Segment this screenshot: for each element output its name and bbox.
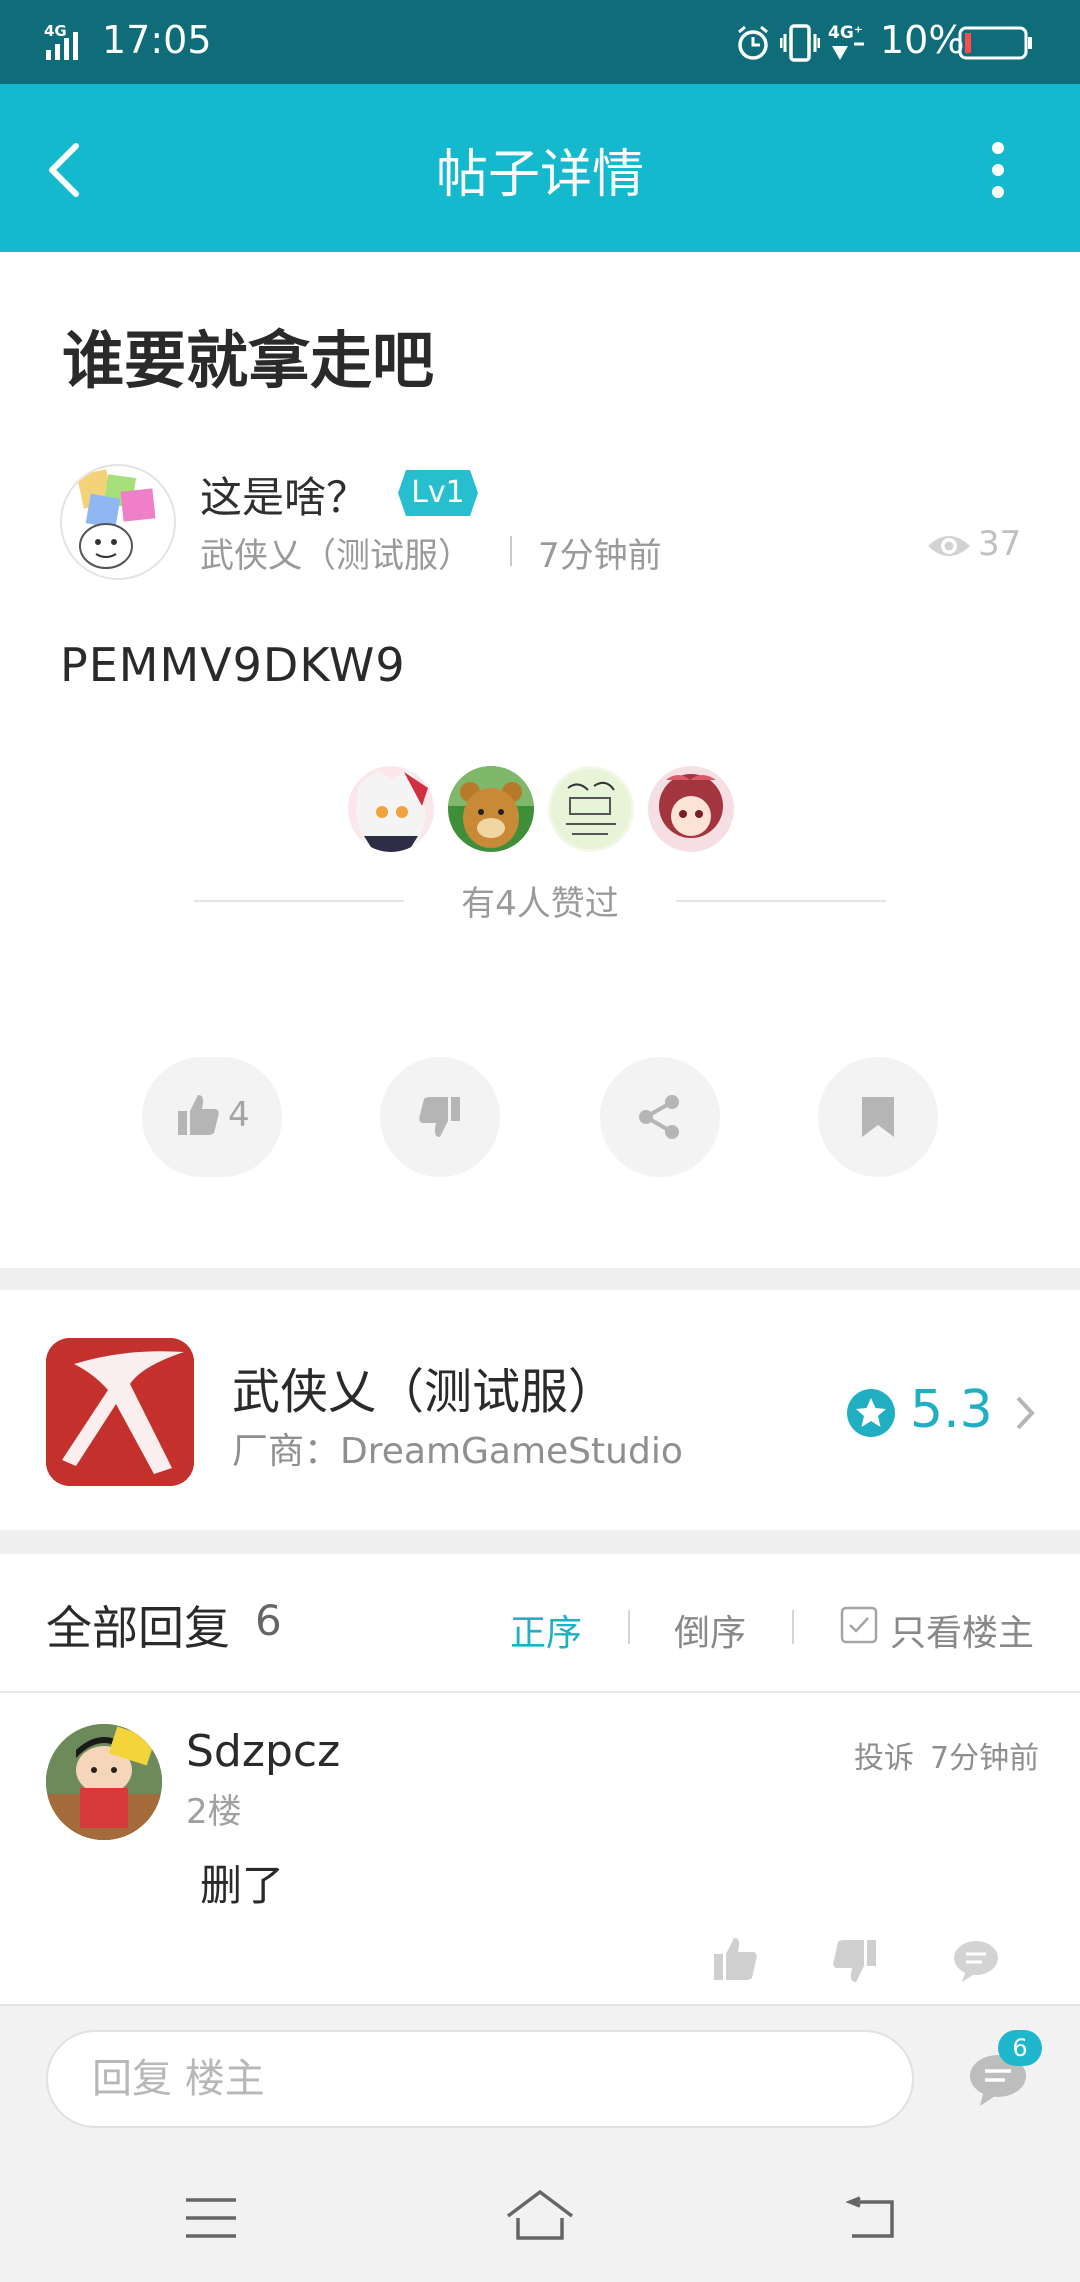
- post-time: 7分钟前: [538, 536, 662, 576]
- share-icon: [639, 1095, 679, 1139]
- replies-heading: 全部回复: [46, 1601, 230, 1655]
- app-icon: [46, 1338, 194, 1486]
- app-icon-logo: [46, 1338, 194, 1486]
- commenter-avatar[interactable]: [46, 1724, 162, 1840]
- bookmark-icon: [862, 1097, 894, 1137]
- like-count: 4: [228, 1095, 250, 1135]
- section-separator: [0, 1530, 1080, 1554]
- mobile-data-icon: 4G⁺: [828, 23, 864, 60]
- like-button[interactable]: 4: [142, 1057, 282, 1177]
- sort-descending-tab[interactable]: 倒序: [674, 1604, 746, 1656]
- liker-avatar[interactable]: [448, 766, 534, 852]
- vibrate-icon: [780, 24, 820, 62]
- views-eye-icon: [928, 536, 970, 556]
- liker-avatar-image: [551, 769, 631, 849]
- likers-summary[interactable]: 有4人赞过: [440, 876, 640, 925]
- commenter-name[interactable]: Sdzpcz: [186, 1726, 340, 1777]
- reply-input[interactable]: 回复 楼主: [46, 2030, 914, 2128]
- comment-dislike-icon[interactable]: [832, 1938, 878, 1984]
- thumbs-up-icon: [178, 1095, 219, 1135]
- sort-divider: [792, 1610, 794, 1644]
- comment-floor: 2楼: [186, 1792, 242, 1832]
- commenter-avatar-image: [46, 1724, 162, 1840]
- likers-divider-left: [194, 900, 404, 902]
- status-time: 17:05: [102, 18, 212, 62]
- status-bar: 4G 17:05 4G⁺ 10%: [0, 0, 1080, 84]
- comment-text: 删了: [200, 1861, 285, 1910]
- report-link[interactable]: 投诉: [854, 1733, 914, 1777]
- likers-divider-right: [676, 900, 886, 902]
- dislike-button[interactable]: [380, 1057, 500, 1177]
- share-button[interactable]: [600, 1057, 720, 1177]
- liker-avatar[interactable]: [648, 766, 734, 852]
- more-options-icon[interactable]: [986, 140, 1010, 200]
- post-title: 谁要就拿走吧: [62, 324, 435, 397]
- battery-percent: 10%: [880, 18, 965, 62]
- author-avatar[interactable]: [60, 464, 176, 580]
- chevron-right-icon: [1016, 1396, 1035, 1430]
- only-host-filter[interactable]: 只看楼主: [890, 1604, 1034, 1656]
- signal-network-label: 4G: [44, 22, 67, 40]
- mobile-data-network-label: 4G⁺: [828, 23, 863, 43]
- comment-like-icon[interactable]: [712, 1936, 758, 1982]
- view-count: 37: [978, 524, 1022, 564]
- rating-star-icon: [847, 1389, 895, 1437]
- sort-ascending-tab[interactable]: 正序: [510, 1604, 582, 1656]
- liker-avatar-image: [356, 768, 428, 852]
- meta-divider: [510, 536, 512, 566]
- comment-reply-icon[interactable]: [952, 1938, 1000, 1984]
- signal-icon: 4G: [44, 22, 78, 60]
- app-name: 武侠乂（测试服）: [232, 1364, 617, 1420]
- app-card[interactable]: 武侠乂（测试服） 厂商：DreamGameStudio 5.3: [0, 1290, 1080, 1530]
- home-icon[interactable]: [504, 2188, 576, 2244]
- author-name[interactable]: 这是啥？: [200, 464, 368, 525]
- replies-header-divider: [0, 1691, 1080, 1693]
- app-vendor: 厂商：DreamGameStudio: [232, 1431, 683, 1472]
- replies-count: 6: [255, 1596, 282, 1645]
- level-badge: Lv1: [398, 470, 478, 516]
- liker-avatar[interactable]: [348, 766, 434, 852]
- title-bar: 帖子详情: [0, 84, 1080, 252]
- sort-divider: [628, 1610, 630, 1644]
- alarm-icon: [738, 25, 768, 60]
- comment-count-badge: 6: [998, 2030, 1042, 2066]
- back-nav-icon[interactable]: [842, 2196, 896, 2240]
- thumbs-down-icon: [419, 1097, 460, 1137]
- page-title: 帖子详情: [435, 145, 644, 205]
- liker-avatar-image: [659, 774, 723, 838]
- post-content: PEMMV9DKW9: [60, 638, 406, 692]
- author-avatar-image: [76, 469, 156, 569]
- checkbox-icon[interactable]: [840, 1606, 878, 1644]
- comment-time: 7分钟前: [930, 1741, 1040, 1776]
- battery-icon: [958, 26, 1032, 60]
- bookmark-button[interactable]: [818, 1057, 938, 1177]
- post-game-name[interactable]: 武侠乂（测试服）: [200, 528, 472, 577]
- app-rating: 5.3: [910, 1380, 993, 1440]
- menu-icon[interactable]: [184, 2196, 238, 2240]
- liker-avatar-image: [448, 766, 534, 848]
- section-separator: [0, 1268, 1080, 1290]
- liker-avatar[interactable]: [548, 766, 634, 852]
